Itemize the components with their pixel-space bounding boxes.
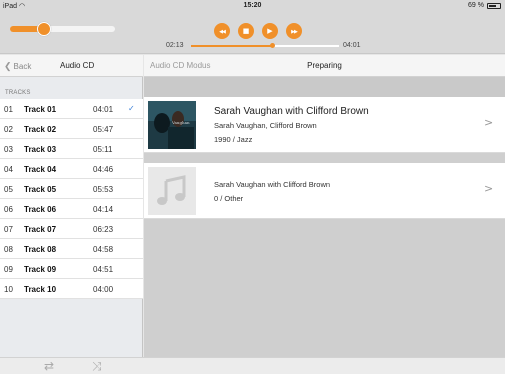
track-duration: 05:11: [93, 145, 113, 154]
volume-slider[interactable]: [10, 22, 115, 36]
track-duration: 04:00: [93, 285, 114, 294]
album-meta: 0 / Other: [214, 194, 244, 203]
track-number: 04: [4, 165, 13, 174]
back-button[interactable]: ❮ Back: [4, 61, 31, 72]
next-icon: ▶▶: [291, 29, 298, 35]
track-number: 10: [4, 285, 13, 294]
panel-title: Audio CD: [60, 61, 95, 70]
play-button[interactable]: ▶: [262, 23, 278, 39]
music-note-icon: [148, 167, 196, 215]
album-nav-bar: Audio CD Modus Preparing: [144, 55, 505, 77]
battery-percent: 69 %: [468, 2, 484, 9]
tracks-nav-bar: ❮ Back Audio CD: [0, 55, 143, 77]
track-row[interactable]: 04 Track 04 04:46: [0, 159, 143, 179]
track-row[interactable]: 10 Track 10 04:00: [0, 279, 143, 299]
track-name: Track 06: [24, 205, 57, 214]
stop-icon: ■: [242, 27, 250, 35]
album-cover: Vaughan: [148, 101, 196, 149]
track-row[interactable]: 07 Track 07 06:23: [0, 219, 143, 239]
track-name: Track 02: [24, 125, 57, 134]
track-name: Track 03: [24, 145, 57, 154]
track-row[interactable]: 03 Track 03 05:11: [0, 139, 143, 159]
track-duration: 06:23: [93, 225, 114, 234]
seek-fill: [191, 45, 273, 47]
album-row[interactable]: Sarah Vaughan with Clifford Brown 0 / Ot…: [144, 163, 505, 219]
shuffle-icon[interactable]: ⤨: [92, 359, 102, 374]
track-name: Track 10: [24, 285, 57, 294]
track-number: 07: [4, 225, 13, 234]
tracks-panel: ❮ Back Audio CD TRACKS 01 Track 01 04:01 ✓ 0…: [0, 55, 143, 357]
track-number: 03: [4, 145, 13, 154]
album-artist: Sarah Vaughan with Clifford Brown: [214, 180, 331, 189]
status-label: Preparing: [307, 61, 342, 70]
total-time: 04:01: [343, 42, 361, 49]
track-number: 09: [4, 265, 13, 274]
track-duration: 04:51: [93, 265, 114, 274]
track-name: Track 07: [24, 225, 57, 234]
album-meta: 1990 / Jazz: [214, 135, 253, 144]
track-row[interactable]: 09 Track 09 04:51: [0, 259, 143, 279]
track-name: Track 05: [24, 185, 57, 194]
status-bar-right: 69 %: [468, 2, 501, 9]
track-row[interactable]: 01 Track 01 04:01 ✓: [0, 99, 143, 119]
album-artist: Sarah Vaughan, Clifford Brown: [214, 121, 317, 130]
track-duration: 04:58: [93, 245, 114, 254]
bottom-toolbar: ⇄ ⤨: [0, 357, 505, 374]
track-number: 01: [4, 105, 13, 114]
album-art-image: Vaughan: [148, 101, 196, 149]
play-icon: ▶: [267, 27, 273, 35]
svg-text:Vaughan: Vaughan: [171, 120, 190, 125]
tracks-section-label: TRACKS: [5, 90, 31, 96]
player-controls: ◀◀ ■ ▶ ▶▶ 02:13 04:01: [0, 12, 505, 54]
battery-icon: [487, 2, 501, 9]
seek-slider[interactable]: [191, 43, 339, 48]
track-row[interactable]: 08 Track 08 04:58: [0, 239, 143, 259]
repeat-icon[interactable]: ⇄: [44, 359, 54, 373]
track-name: Track 01: [24, 105, 57, 114]
track-number: 06: [4, 205, 13, 214]
album-subheader: [144, 77, 505, 97]
track-number: 05: [4, 185, 13, 194]
track-row[interactable]: 02 Track 02 05:47: [0, 119, 143, 139]
track-list: 01 Track 01 04:01 ✓ 02 Track 02 05:47 03 Track 0…: [0, 99, 143, 299]
album-cover: [148, 167, 196, 215]
track-duration: 04:01: [93, 105, 114, 114]
back-label: Back: [13, 62, 32, 71]
album-title: Sarah Vaughan with Clifford Brown: [214, 106, 369, 117]
status-bar-time: 15:20: [243, 2, 262, 9]
track-row[interactable]: 05 Track 05 05:53: [0, 179, 143, 199]
track-number: 08: [4, 245, 13, 254]
track-name: Track 08: [24, 245, 57, 254]
status-bar: iPad ◠ 15:20 69 %: [0, 0, 505, 12]
album-panel: Audio CD Modus Preparing Vaughan Sarah V…: [144, 55, 505, 357]
track-row[interactable]: 06 Track 06 04:14: [0, 199, 143, 219]
previous-icon: ◀◀: [219, 29, 226, 35]
track-duration: 05:53: [93, 185, 114, 194]
track-name: Track 09: [24, 265, 57, 274]
seek-knob[interactable]: [270, 43, 276, 48]
chevron-left-icon: ❮: [4, 61, 12, 71]
chevron-right-icon: >: [484, 182, 494, 195]
chevron-right-icon: >: [484, 116, 494, 129]
volume-knob[interactable]: [36, 22, 51, 36]
track-name: Track 04: [24, 165, 57, 174]
previous-button[interactable]: ◀◀: [214, 23, 230, 39]
stop-button[interactable]: ■: [238, 23, 254, 39]
track-duration: 05:47: [93, 125, 114, 134]
track-duration: 04:14: [93, 205, 114, 214]
next-button[interactable]: ▶▶: [286, 23, 302, 39]
track-duration: 04:46: [93, 165, 114, 174]
track-number: 02: [4, 125, 13, 134]
album-row[interactable]: Vaughan Sarah Vaughan with Clifford Brow…: [144, 97, 505, 153]
elapsed-time: 02:13: [166, 42, 184, 49]
checkmark-icon: ✓: [128, 104, 135, 113]
